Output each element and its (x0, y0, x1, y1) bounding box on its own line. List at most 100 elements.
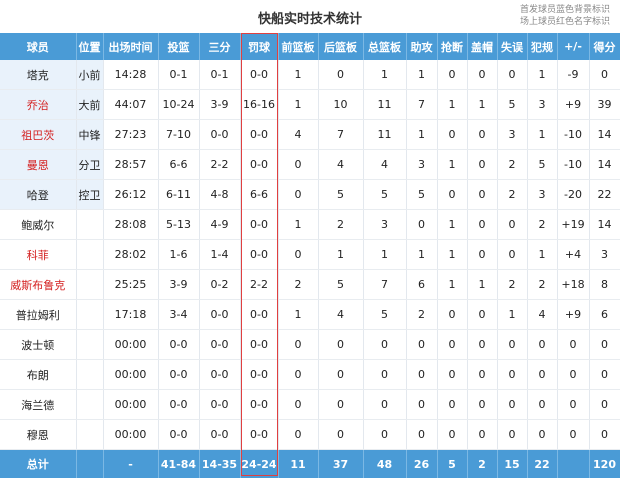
stat-cell: 28:08 (103, 209, 159, 240)
stat-cell: 0 (406, 419, 438, 450)
table-row: 塔克 小前 14:28 0-1 0-1 0-0 1 0 1 1 0 0 0 1 -9 0 (0, 60, 620, 90)
stat-cell: 分卫 (76, 149, 104, 180)
stat-cell: 3 (527, 89, 558, 120)
stat-cell: -10 (557, 149, 590, 180)
stat-cell: 0-0 (240, 149, 279, 180)
stat-cell: 0 (278, 179, 319, 210)
stat-cell: 1-4 (199, 239, 241, 270)
stat-cell: 4-9 (199, 209, 241, 240)
stat-cell: 0 (467, 299, 498, 330)
stat-cell: 27:23 (103, 119, 159, 150)
stat-cell: 1 (318, 239, 364, 270)
stat-cell: 0 (278, 389, 319, 420)
stat-cell: 0 (363, 389, 407, 420)
stat-cell: 0 (406, 209, 438, 240)
table-row: 鲍威尔 28:08 5-13 4-9 0-0 1 2 3 0 1 0 0 2 +19 14 (0, 209, 620, 240)
stat-cell: 5 (318, 269, 364, 300)
stat-cell: 0-0 (240, 419, 279, 450)
player-name[interactable]: 哈登 (0, 179, 77, 210)
stat-cell: 1 (363, 60, 407, 90)
stat-cell: 6-6 (158, 149, 200, 180)
player-name[interactable]: 曼恩 (0, 149, 77, 180)
table-row: 哈登 控卫 26:12 6-11 4-8 6-6 0 5 5 5 0 0 2 3 -20 22 (0, 179, 620, 210)
stat-cell: 2 (278, 269, 319, 300)
total-cell: 41-84 (158, 449, 200, 478)
stat-cell: 0-0 (158, 389, 200, 420)
stat-cell: 2 (497, 179, 528, 210)
table-body: 塔克 小前 14:28 0-1 0-1 0-0 1 0 1 1 0 0 0 1 -9 0 乔治 大前 44:07 10… (0, 60, 620, 450)
stat-cell: 0-0 (240, 359, 279, 390)
stat-cell: 14 (589, 209, 620, 240)
stat-cell: 1 (437, 209, 468, 240)
stat-cell: 0-0 (199, 419, 241, 450)
stat-cell: 26:12 (103, 179, 159, 210)
stat-cell: -20 (557, 179, 590, 210)
total-cell: 22 (527, 449, 558, 478)
stat-cell: 3-9 (158, 269, 200, 300)
player-name[interactable]: 乔治 (0, 89, 77, 120)
stat-cell: 10 (318, 89, 364, 120)
stat-cell: 7 (406, 89, 438, 120)
stat-cell: 7 (363, 269, 407, 300)
stat-cell: 22 (589, 179, 620, 210)
column-header: 失误 (497, 33, 528, 60)
total-cell: 15 (497, 449, 528, 478)
stat-cell: 0 (497, 389, 528, 420)
stat-cell: 0 (437, 60, 468, 90)
stat-cell: 0-0 (158, 329, 200, 360)
stat-cell: 0 (497, 209, 528, 240)
table-row: 祖巴茨 中锋 27:23 7-10 0-0 0-0 4 7 11 1 0 0 3 1 -10 14 (0, 119, 620, 150)
stat-cell: 0-0 (199, 389, 241, 420)
column-header: 球员 (0, 33, 77, 60)
stat-cell: 0 (467, 239, 498, 270)
stats-table: 球员 位置 出场时间 投篮 三分 罚球 前篮板 后篮板 总篮板 助攻 抢断 盖帽 失误 犯规 +/- 得分 塔… (0, 33, 620, 478)
column-header: 后篮板 (318, 33, 364, 60)
player-name[interactable]: 祖巴茨 (0, 119, 77, 150)
stat-cell: 0 (497, 60, 528, 90)
player-name[interactable]: 威斯布鲁克 (0, 269, 77, 300)
stat-cell: 0-0 (240, 299, 279, 330)
player-name[interactable]: 塔克 (0, 60, 77, 90)
stat-cell: 0-0 (240, 209, 279, 240)
stat-cell: 0-0 (199, 359, 241, 390)
stat-cell: 0-1 (199, 60, 241, 90)
stat-cell: 2-2 (199, 149, 241, 180)
stat-cell: 0 (589, 60, 620, 90)
stat-cell: 28:02 (103, 239, 159, 270)
stat-cell: 3 (497, 119, 528, 150)
stat-cell: 0 (527, 359, 558, 390)
stat-cell: 10-24 (158, 89, 200, 120)
player-name[interactable]: 海兰德 (0, 389, 77, 420)
stat-cell: 0 (278, 239, 319, 270)
stat-cell: 8 (589, 269, 620, 300)
stat-cell: 2 (318, 209, 364, 240)
total-cell: 11 (278, 449, 319, 478)
total-cell: 5 (437, 449, 468, 478)
total-cell: 26 (406, 449, 438, 478)
stat-cell: 0 (467, 209, 498, 240)
player-name[interactable]: 穆恩 (0, 419, 77, 450)
stat-cell: 1 (437, 89, 468, 120)
stat-cell: 7-10 (158, 119, 200, 150)
stat-cell: 4 (278, 119, 319, 150)
stat-cell: 1 (497, 299, 528, 330)
stat-cell: 0 (467, 419, 498, 450)
table-row: 普拉姆利 17:18 3-4 0-0 0-0 1 4 5 2 0 0 1 4 +9 6 (0, 299, 620, 330)
stat-cell: 0 (318, 389, 364, 420)
player-name[interactable]: 科菲 (0, 239, 77, 270)
column-header: 罚球 (240, 33, 279, 60)
column-header: 犯规 (527, 33, 558, 60)
stat-cell (76, 329, 104, 360)
title-bar: 快船实时技术统计 首发球员蓝色背景标识 场上球员红色名字标识 (0, 0, 620, 34)
stat-cell (76, 359, 104, 390)
player-name[interactable]: 鲍威尔 (0, 209, 77, 240)
stat-cell: 4 (318, 149, 364, 180)
stat-cell: 1 (467, 89, 498, 120)
stat-cell: 3 (527, 179, 558, 210)
stat-cell: 1 (527, 119, 558, 150)
player-name[interactable]: 普拉姆利 (0, 299, 77, 330)
player-name[interactable]: 布朗 (0, 359, 77, 390)
total-cell: 37 (318, 449, 364, 478)
player-name[interactable]: 波士顿 (0, 329, 77, 360)
stat-cell: 2 (527, 209, 558, 240)
